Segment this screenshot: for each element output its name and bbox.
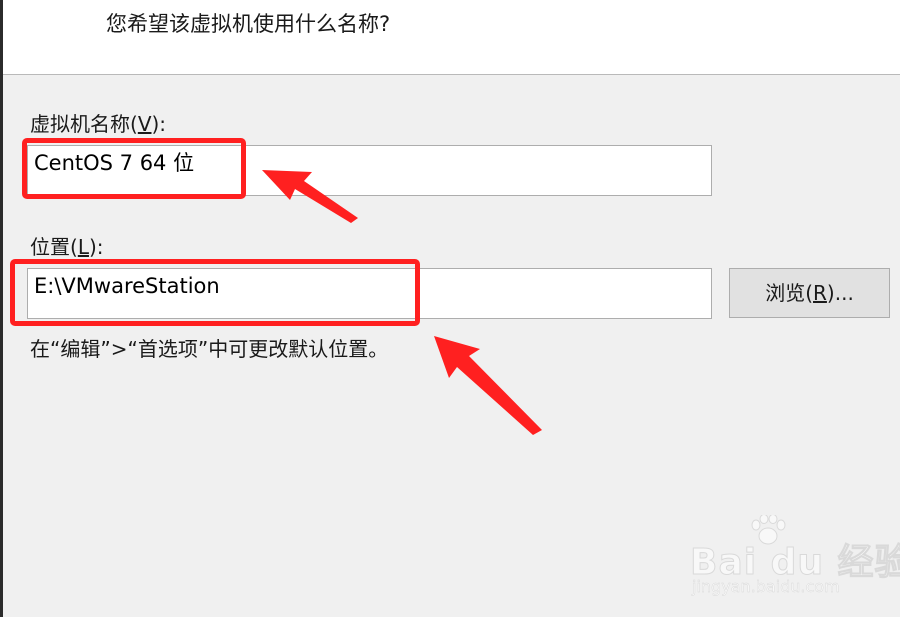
location-label: 位置(L): bbox=[30, 235, 104, 259]
header-question: 您希望该虚拟机使用什么名称? bbox=[106, 12, 391, 36]
watermark-url: jingyan.baidu.com bbox=[692, 577, 840, 596]
vm-name-input[interactable]: CentOS 7 64 位 bbox=[27, 145, 712, 196]
location-input[interactable]: E:\VMwareStation bbox=[27, 268, 712, 319]
baidu-jingyan-watermark: Bai du 经验 jingyan.baidu.com bbox=[690, 515, 900, 605]
browse-button[interactable]: 浏览(R)... bbox=[729, 268, 890, 318]
browse-button-accesskey: R bbox=[813, 281, 827, 305]
default-location-hint: 在“编辑”>“首选项”中可更改默认位置。 bbox=[30, 337, 389, 361]
dialog-header: 您希望该虚拟机使用什么名称? bbox=[3, 0, 900, 75]
vm-name-label: 虚拟机名称(V): bbox=[30, 112, 167, 136]
location-input-value: E:\VMwareStation bbox=[34, 274, 220, 298]
vm-name-label-accesskey: V bbox=[137, 112, 152, 136]
annotation-arrow-location bbox=[434, 336, 542, 435]
vm-name-dialog: 您希望该虚拟机使用什么名称? 虚拟机名称(V): CentOS 7 64 位 位… bbox=[0, 0, 900, 617]
window-left-border bbox=[0, 0, 3, 617]
location-label-accesskey: L bbox=[77, 235, 89, 259]
vm-name-input-value: CentOS 7 64 位 bbox=[34, 151, 195, 175]
